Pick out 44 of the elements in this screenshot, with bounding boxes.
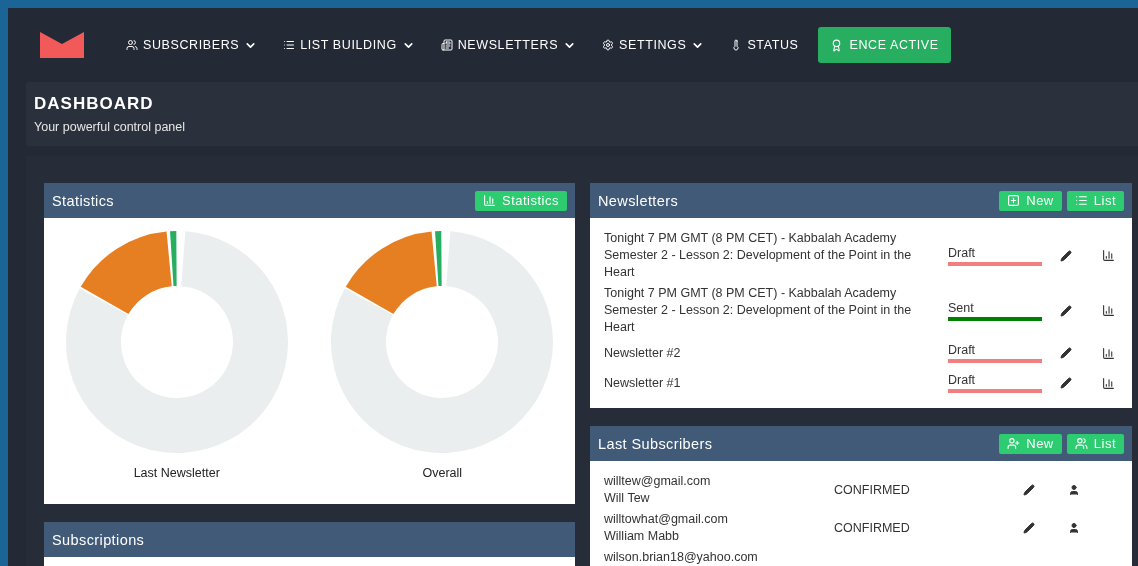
status-label: Draft bbox=[948, 373, 977, 387]
panel-title: Last Subscribers bbox=[598, 435, 713, 452]
chart-label: Overall bbox=[422, 466, 463, 480]
panel-title: Statistics bbox=[52, 192, 114, 209]
list-button[interactable]: List bbox=[1066, 433, 1124, 454]
panel-title: Subscriptions bbox=[52, 531, 145, 548]
new-button[interactable]: New bbox=[999, 190, 1062, 211]
nav-item[interactable]: NEWSLETTERS bbox=[440, 38, 577, 52]
nav-item[interactable]: SUBSCRIBERS bbox=[126, 38, 258, 52]
nav-item[interactable]: STATUS bbox=[730, 38, 799, 52]
users-icon bbox=[1074, 437, 1088, 450]
chart-label: Last Newsletter bbox=[133, 466, 220, 480]
status-label: Sent bbox=[948, 300, 975, 315]
subscriber-name: Will Tew bbox=[604, 490, 651, 507]
new-button[interactable]: New bbox=[999, 433, 1062, 454]
panel-title: Newsletters bbox=[598, 192, 679, 209]
subscriber-status: CONFIRMED bbox=[834, 481, 911, 499]
user-plus-icon bbox=[1007, 437, 1021, 450]
statistics-button[interactable]: Statistics bbox=[475, 190, 567, 211]
newsletter-title: Newsletter #1 bbox=[604, 374, 682, 392]
status-label: Draft bbox=[948, 343, 977, 357]
newsletter-title: Tonight 7 PM GMT (8 PM CET) - Kabbalah Academy Semester 2 - Lesson 2: Development of the Point in the Heart bbox=[604, 230, 913, 281]
page-title: DASHBOARD bbox=[34, 94, 155, 114]
nav-item[interactable]: SETTINGS bbox=[602, 38, 705, 52]
list-button[interactable]: List bbox=[1066, 190, 1124, 211]
newsletter-title: Newsletter #2 bbox=[604, 344, 682, 362]
license-button[interactable]: ENCE ACTIVE bbox=[818, 27, 951, 63]
subscriber-name: William Mabb bbox=[604, 528, 680, 545]
list-icon bbox=[283, 39, 296, 51]
subscriber-status: CONFIRMED bbox=[834, 519, 911, 537]
subscriber-email: willtew@gmail.com bbox=[604, 473, 712, 490]
envelope-logo bbox=[40, 32, 84, 58]
users-icon bbox=[126, 39, 138, 51]
list-icon bbox=[1074, 194, 1088, 207]
status-label: Draft bbox=[948, 245, 977, 260]
page-subtitle: Your powerful control panel bbox=[34, 120, 187, 134]
nav-item[interactable]: LIST BUILDING bbox=[283, 38, 415, 52]
plus-icon bbox=[1007, 194, 1021, 207]
bar-chart-icon bbox=[483, 194, 496, 207]
newspaper-icon bbox=[440, 39, 453, 51]
subscriber-email: wilson.brian18@yahoo.com bbox=[604, 549, 759, 566]
settings-icon bbox=[602, 39, 615, 51]
subscriber-email: willtowhat@gmail.com bbox=[604, 511, 729, 528]
newsletter-title: Tonight 7 PM GMT (8 PM CET) - Kabbalah Academy Semester 2 - Lesson 2: Development of the Point in the Heart bbox=[604, 285, 913, 336]
